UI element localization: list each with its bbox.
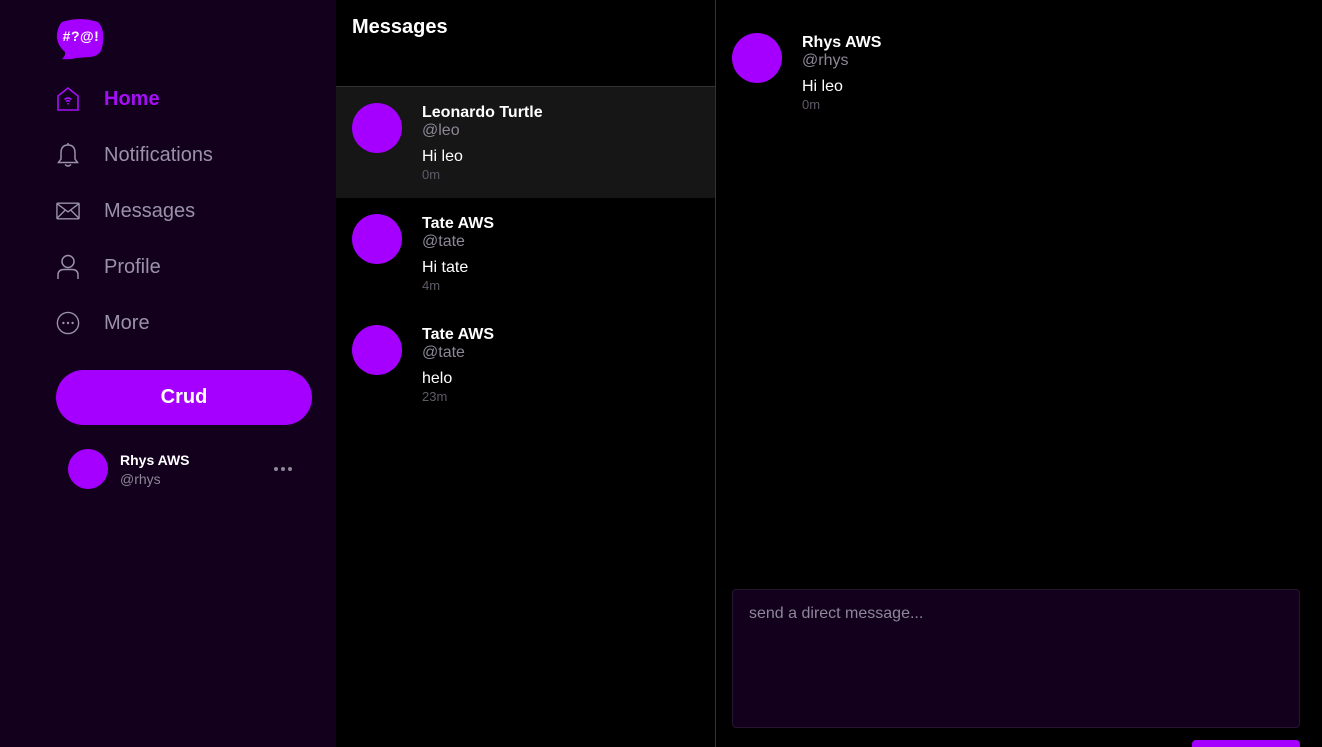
bell-icon	[56, 143, 80, 167]
nav-label-home: Home	[104, 87, 160, 110]
nav-item-messages[interactable]: Messages	[56, 195, 316, 227]
conversation-handle: @tate	[422, 233, 465, 250]
page-title: Messages	[352, 16, 448, 38]
conversation-preview: helo	[422, 370, 453, 387]
conversation-preview: Hi leo	[422, 148, 463, 165]
conversation-item[interactable]: Tate AWS @tate Hi tate 4m	[336, 198, 715, 309]
envelope-icon	[56, 199, 80, 223]
nav-label-profile: Profile	[104, 255, 161, 278]
logo-text: #?@!	[62, 28, 100, 44]
current-user-card[interactable]: Rhys AWS @rhys	[68, 449, 308, 489]
logo[interactable]: #?@!	[56, 18, 104, 60]
conversation-pane: Rhys AWS @rhys Hi leo 0m	[716, 0, 1322, 747]
more-circle-icon	[56, 311, 80, 335]
nav-label-notifications: Notifications	[104, 143, 213, 166]
message-sender-name: Rhys AWS	[802, 34, 882, 51]
avatar	[732, 33, 782, 83]
crud-button[interactable]: Crud	[56, 370, 312, 425]
messages-column: Messages Leonardo Turtle @leo Hi leo 0m …	[336, 0, 716, 747]
conversation-name: Tate AWS	[422, 215, 495, 232]
direct-message-input[interactable]	[732, 589, 1300, 728]
avatar	[352, 325, 402, 375]
conversation-time: 23m	[422, 389, 448, 404]
nav-label-more: More	[104, 311, 150, 334]
conversation-item[interactable]: Tate AWS @tate helo 23m	[336, 309, 715, 420]
avatar	[352, 214, 402, 264]
conversation-handle: @tate	[422, 344, 465, 361]
conversation-handle: @leo	[422, 122, 460, 139]
current-user-handle: @rhys	[120, 471, 161, 487]
conversation-preview: Hi tate	[422, 259, 469, 276]
more-horizontal-icon[interactable]	[272, 459, 294, 479]
messages-header: Messages	[336, 0, 715, 87]
app-root: #?@! Home Notifications Messages Profile…	[0, 0, 1322, 747]
avatar	[68, 449, 108, 489]
message-text: Hi leo	[802, 78, 843, 95]
nav-item-notifications[interactable]: Notifications	[56, 139, 316, 171]
sidebar: #?@! Home Notifications Messages Profile…	[0, 0, 336, 747]
avatar	[352, 103, 402, 153]
nav-item-home[interactable]: Home	[56, 83, 316, 115]
nav-item-more[interactable]: More	[56, 307, 316, 339]
conversation-name: Tate AWS	[422, 326, 495, 343]
home-icon	[56, 86, 80, 111]
send-button[interactable]	[1192, 740, 1300, 747]
conversation-time: 0m	[422, 167, 441, 182]
nav-label-messages: Messages	[104, 199, 196, 222]
conversation-time: 4m	[422, 278, 441, 293]
conversation-item[interactable]: Leonardo Turtle @leo Hi leo 0m	[336, 87, 715, 198]
nav-item-profile[interactable]: Profile	[56, 251, 316, 283]
message-sender-handle: @rhys	[802, 52, 849, 69]
conversation-name: Leonardo Turtle	[422, 104, 543, 121]
message-time: 0m	[802, 97, 821, 112]
user-icon	[56, 254, 80, 279]
message-item: Rhys AWS @rhys Hi leo 0m	[732, 33, 1292, 113]
current-user-name: Rhys AWS	[120, 452, 190, 468]
